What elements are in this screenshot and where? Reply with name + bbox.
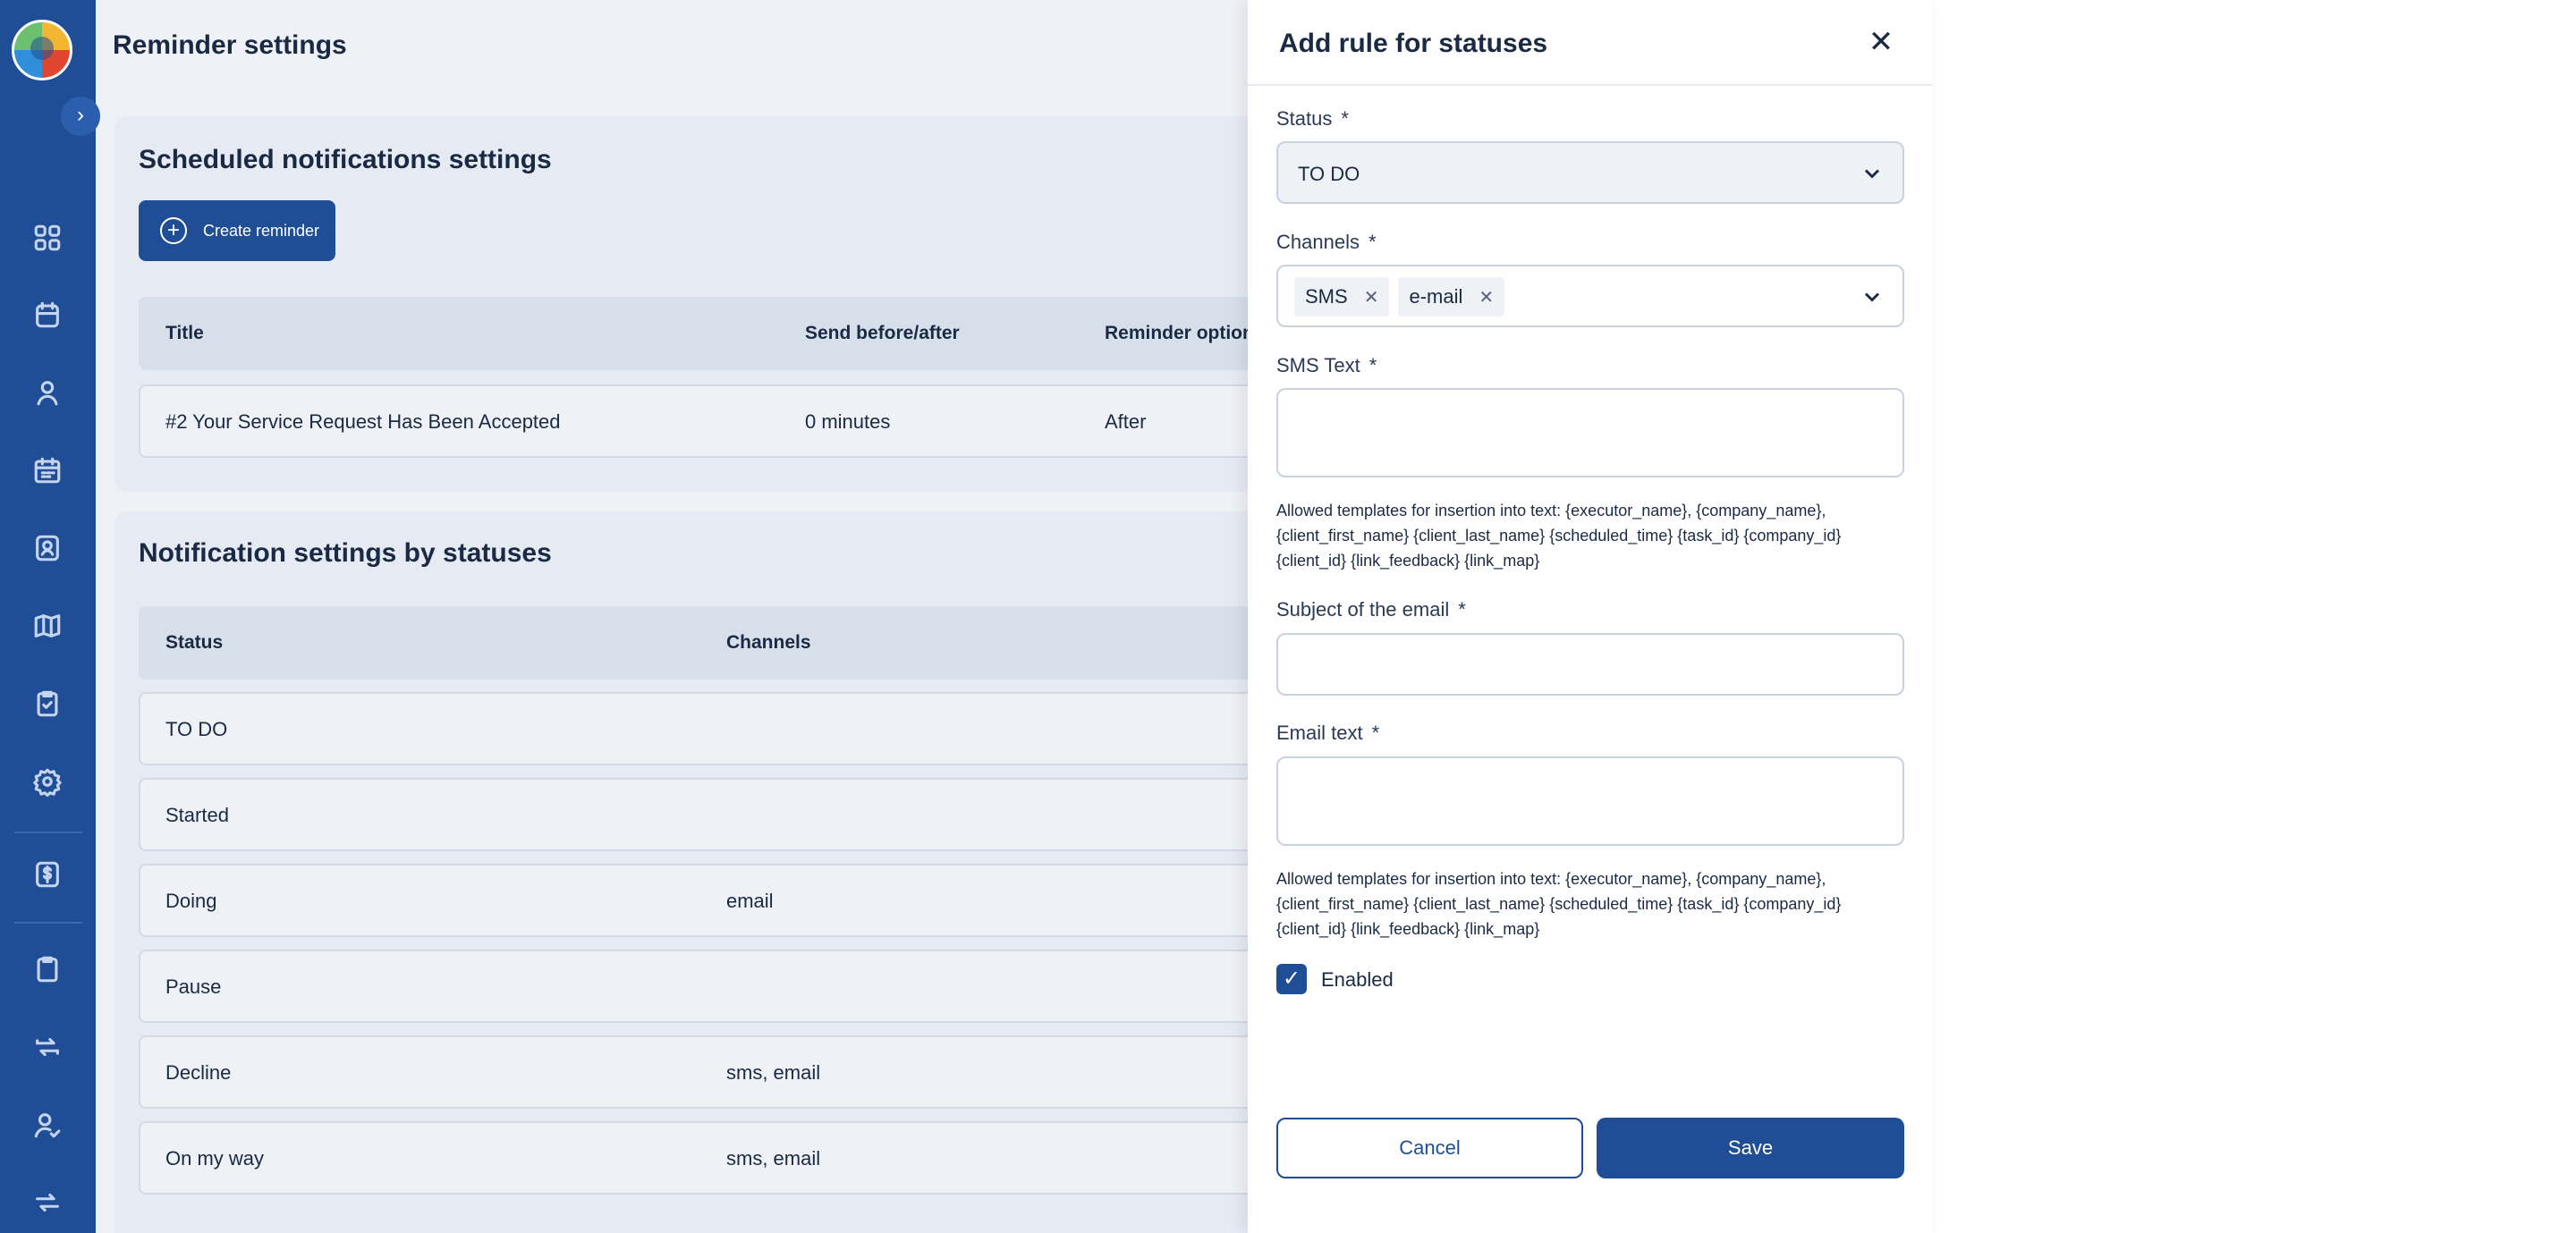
repeat-icon[interactable] [29, 1184, 66, 1221]
user-check-icon[interactable] [29, 1106, 66, 1144]
enabled-label: Enabled [1321, 968, 1394, 991]
table-row[interactable]: Started [139, 778, 1331, 851]
app-logo[interactable] [12, 20, 72, 80]
map-icon[interactable] [29, 607, 66, 645]
table-row[interactable]: TO DO [139, 692, 1331, 765]
statuses-table-header: Status Channels [139, 606, 1331, 680]
row-status: Started [165, 804, 229, 826]
email-subject-input[interactable] [1276, 633, 1904, 696]
chevron-right-icon[interactable]: › [61, 97, 100, 136]
scheduled-section-title: Scheduled notifications settings [139, 145, 552, 174]
sync-icon[interactable] [29, 1028, 66, 1066]
row-option: After [1105, 410, 1147, 433]
chevron-down-icon [1860, 161, 1885, 186]
row-status: Doing [165, 890, 217, 912]
scheduled-table-header: Title Send before/after Reminder option [139, 297, 1331, 370]
table-row[interactable]: #2 Your Service Request Has Been Accepte… [139, 384, 1331, 458]
chevron-down-icon [1860, 284, 1885, 309]
remove-chip-icon[interactable]: ✕ [1364, 286, 1379, 308]
drawer-title: Add rule for statuses [1279, 29, 1548, 58]
channel-chip-sms: SMS ✕ [1294, 277, 1390, 317]
cancel-button[interactable]: Cancel [1276, 1118, 1583, 1178]
column-header-status: Status [165, 632, 224, 653]
page-title: Reminder settings [113, 30, 347, 60]
add-rule-drawer: Add rule for statuses ✕ Status * TO DO Ch… [1248, 0, 1932, 1233]
nav-divider [14, 832, 82, 833]
row-status: Pause [165, 975, 222, 998]
row-channels: sms, email [726, 1147, 821, 1170]
row-status: Decline [165, 1061, 232, 1084]
row-channels: email [726, 890, 774, 912]
column-header-send: Send before/after [805, 323, 960, 343]
email-subject-label: Subject of the email * [1276, 598, 1466, 621]
create-reminder-button[interactable]: + Create reminder [139, 200, 335, 261]
clipboard-check-icon[interactable] [29, 685, 66, 722]
row-channels: sms, email [726, 1061, 821, 1084]
row-status: TO DO [165, 718, 228, 740]
sms-template-hint: Allowed templates for insertion into tex… [1276, 502, 1842, 570]
status-select-value: TO DO [1298, 163, 1360, 185]
column-header-option: Reminder option [1105, 323, 1254, 343]
create-reminder-label: Create reminder [203, 221, 320, 240]
table-row[interactable]: Doing email [139, 864, 1331, 937]
drawer-backdrop-right [1932, 0, 2576, 1233]
settings-icon[interactable] [29, 763, 66, 800]
remove-chip-icon[interactable]: ✕ [1479, 286, 1494, 308]
nav-divider [14, 922, 82, 924]
close-icon[interactable]: ✕ [1865, 27, 1897, 59]
status-notifications-card: Notification settings by statuses Status… [114, 511, 1331, 1233]
drawer-header: Add rule for statuses ✕ [1248, 0, 1932, 86]
table-row[interactable]: Pause [139, 950, 1331, 1023]
save-button[interactable]: Save [1597, 1118, 1904, 1178]
sms-text-input[interactable] [1276, 388, 1904, 477]
dashboard-icon[interactable] [29, 219, 66, 257]
statuses-section-title: Notification settings by statuses [139, 538, 552, 568]
plus-circle-icon: + [160, 217, 187, 244]
calendar-icon[interactable] [29, 452, 66, 489]
scheduled-notifications-card: Scheduled notifications settings + Creat… [114, 116, 1331, 492]
email-text-label: Email text * [1276, 722, 1380, 744]
column-header-title: Title [165, 323, 204, 343]
email-template-hint: Allowed templates for insertion into tex… [1276, 870, 1842, 938]
row-title: #2 Your Service Request Has Been Accepte… [165, 410, 561, 433]
user-icon[interactable] [29, 374, 66, 411]
status-select[interactable]: TO DO [1276, 141, 1904, 204]
channel-chip-email: e-mail ✕ [1398, 277, 1505, 317]
table-row[interactable]: On my way sms, email [139, 1121, 1331, 1195]
row-send: 0 minutes [805, 410, 891, 433]
column-header-channels: Channels [726, 632, 811, 653]
email-text-input[interactable] [1276, 756, 1904, 846]
clipboard-icon[interactable] [29, 950, 66, 988]
contacts-icon[interactable] [29, 529, 66, 567]
enabled-checkbox[interactable]: ✓ [1276, 964, 1307, 994]
sidebar [0, 0, 96, 1233]
row-status: On my way [165, 1147, 265, 1170]
channels-multiselect[interactable]: SMS ✕ e-mail ✕ [1276, 265, 1904, 327]
channels-label: Channels * [1276, 231, 1377, 253]
sms-text-label: SMS Text * [1276, 354, 1377, 376]
table-row[interactable]: Decline sms, email [139, 1035, 1331, 1109]
dollar-icon[interactable] [29, 856, 66, 893]
status-label: Status * [1276, 107, 1349, 130]
tasks-icon[interactable] [29, 296, 66, 334]
